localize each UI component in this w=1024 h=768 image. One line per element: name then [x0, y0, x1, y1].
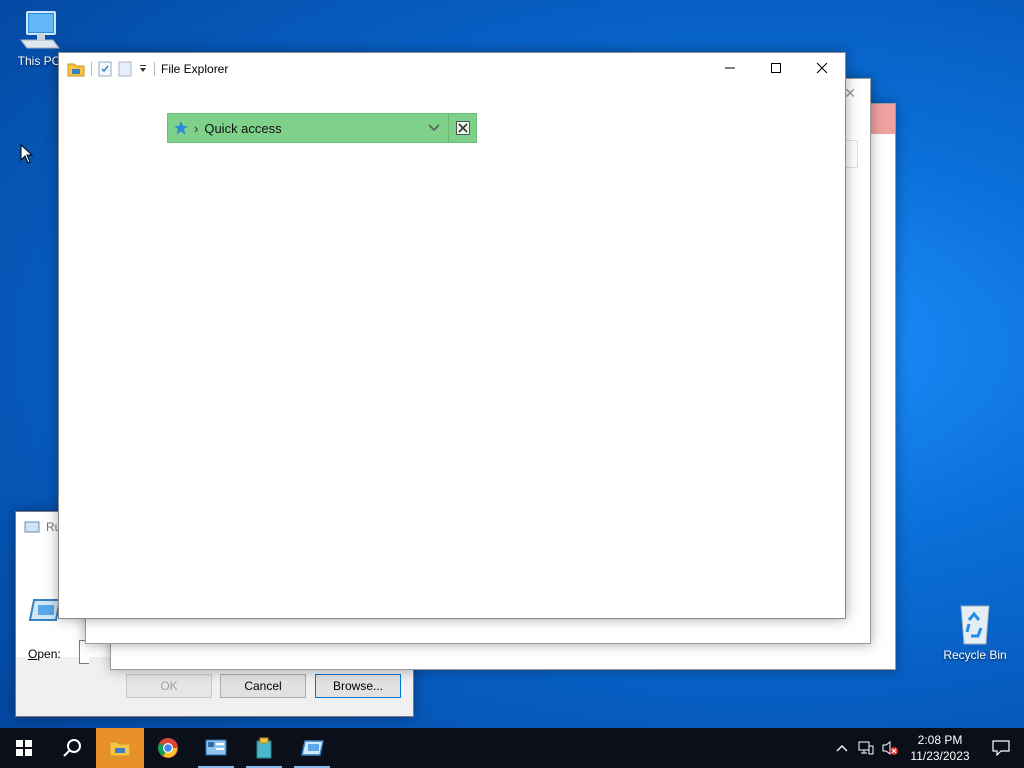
search-button[interactable]	[48, 728, 96, 768]
computer-icon	[20, 11, 60, 49]
chevron-up-icon	[836, 745, 848, 752]
maximize-button[interactable]	[753, 53, 799, 83]
start-button[interactable]	[0, 728, 48, 768]
network-icon	[858, 741, 874, 755]
file-explorer-window[interactable]: File Explorer › Quick access	[58, 52, 846, 619]
folder-icon	[109, 741, 131, 757]
volume-muted-icon	[882, 741, 898, 755]
breadcrumb-chevron-icon[interactable]: ›	[194, 121, 198, 136]
run-app-icon	[301, 740, 324, 756]
browse-button[interactable]: Browse...	[315, 674, 401, 698]
close-button-highlight[interactable]	[869, 104, 895, 134]
minimize-button[interactable]	[707, 53, 753, 83]
window-title: File Explorer	[161, 61, 229, 76]
clock-date: 11/23/2023	[910, 749, 970, 763]
desktop-icon-label: Recycle Bin	[943, 648, 1007, 662]
chevron-down-icon	[428, 124, 440, 132]
toolbar-divider	[91, 61, 92, 76]
close-icon[interactable]: ✕	[844, 85, 856, 102]
windows-logo-icon	[16, 740, 32, 756]
taskbar-run-app[interactable]	[288, 728, 336, 768]
folder-icon[interactable]	[67, 61, 85, 77]
taskbar-chrome[interactable]	[144, 728, 192, 768]
new-folder-icon[interactable]	[118, 61, 132, 77]
address-bar[interactable]: › Quick access	[167, 113, 477, 143]
open-label-accesskey: O	[28, 647, 38, 661]
chevron-down-icon[interactable]	[138, 64, 148, 74]
taskbar-archive-app[interactable]	[240, 728, 288, 768]
mouse-cursor-icon	[20, 144, 34, 164]
properties-icon[interactable]	[98, 61, 112, 77]
taskbar-control-panel[interactable]	[192, 728, 240, 768]
taskbar: 2:08 PM 11/23/2023	[0, 728, 1024, 768]
address-dropdown-button[interactable]	[420, 124, 448, 132]
network-button[interactable]	[854, 728, 878, 768]
search-icon	[63, 739, 81, 757]
action-center-button[interactable]	[978, 728, 1024, 768]
maximize-icon	[771, 63, 781, 73]
clock[interactable]: 2:08 PM 11/23/2023	[902, 732, 978, 764]
desktop-icon-label: This PC	[17, 54, 61, 68]
run-icon	[24, 521, 40, 533]
open-label: Open:	[28, 647, 61, 661]
clear-icon	[455, 121, 470, 135]
show-hidden-icons-button[interactable]	[830, 728, 854, 768]
address-location[interactable]: Quick access	[204, 121, 420, 136]
archive-icon	[256, 737, 272, 759]
close-icon	[816, 62, 828, 74]
recycle-bin-icon	[960, 605, 990, 645]
file-explorer-titlebar[interactable]: File Explorer	[59, 53, 845, 84]
address-clear-button[interactable]	[448, 114, 476, 142]
quick-access-star-icon	[168, 120, 194, 136]
quick-access-toolbar	[59, 53, 155, 84]
clock-time: 2:08 PM	[917, 733, 963, 747]
volume-button[interactable]	[878, 728, 902, 768]
run-app-icon	[28, 599, 62, 621]
minimize-icon	[725, 67, 735, 69]
chrome-icon	[158, 738, 178, 758]
notification-icon	[992, 740, 1010, 756]
control-panel-icon	[205, 739, 227, 756]
open-label-text: pen:	[37, 647, 61, 661]
cancel-button[interactable]: Cancel	[220, 674, 306, 698]
taskbar-file-explorer[interactable]	[96, 728, 144, 768]
close-button[interactable]	[799, 53, 845, 83]
system-tray: 2:08 PM 11/23/2023	[830, 728, 1024, 768]
desktop-icon-recycle-bin[interactable]: Recycle Bin	[940, 602, 1010, 662]
window-controls	[707, 53, 845, 83]
ok-button[interactable]: OK	[126, 674, 212, 698]
toolbar-divider	[154, 61, 155, 76]
